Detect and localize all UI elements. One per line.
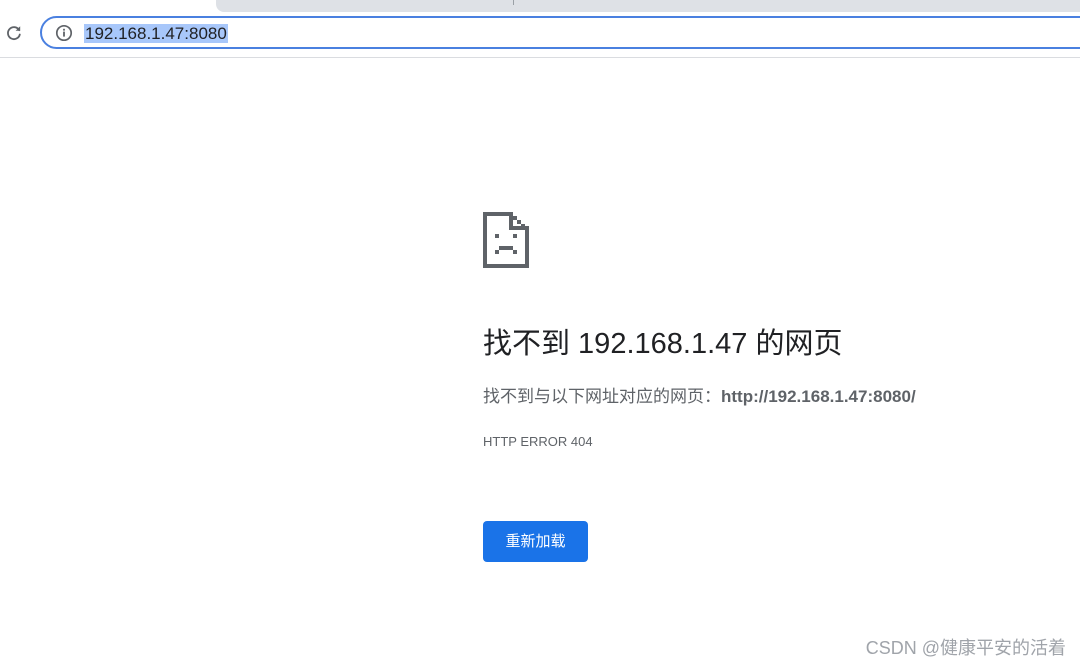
info-icon[interactable]: [55, 24, 73, 42]
active-tab[interactable]: [216, 0, 1080, 12]
browser-window: 192.168.1.47:8080 找不到 192.168.1.47 的网页 找…: [0, 0, 1080, 667]
reload-button[interactable]: 重新加载: [483, 521, 588, 562]
error-description-text: 找不到与以下网址对应的网页：: [483, 387, 721, 406]
error-description-url: http://192.168.1.47:8080/: [721, 387, 916, 406]
tab-separator: [513, 0, 514, 5]
error-title: 找不到 192.168.1.47 的网页: [483, 328, 843, 360]
tab-strip: [0, 0, 1080, 12]
sad-page-icon: [483, 212, 529, 268]
watermark: CSDN @健康平安的活着: [865, 638, 1066, 658]
url-text[interactable]: 192.168.1.47:8080: [84, 24, 228, 43]
browser-toolbar: 192.168.1.47:8080: [0, 12, 1080, 58]
error-description: 找不到与以下网址对应的网页：http://192.168.1.47:8080/: [483, 385, 916, 409]
address-bar[interactable]: 192.168.1.47:8080: [40, 16, 1080, 49]
reload-icon[interactable]: [2, 21, 26, 45]
error-code: HTTP ERROR 404: [483, 434, 593, 449]
